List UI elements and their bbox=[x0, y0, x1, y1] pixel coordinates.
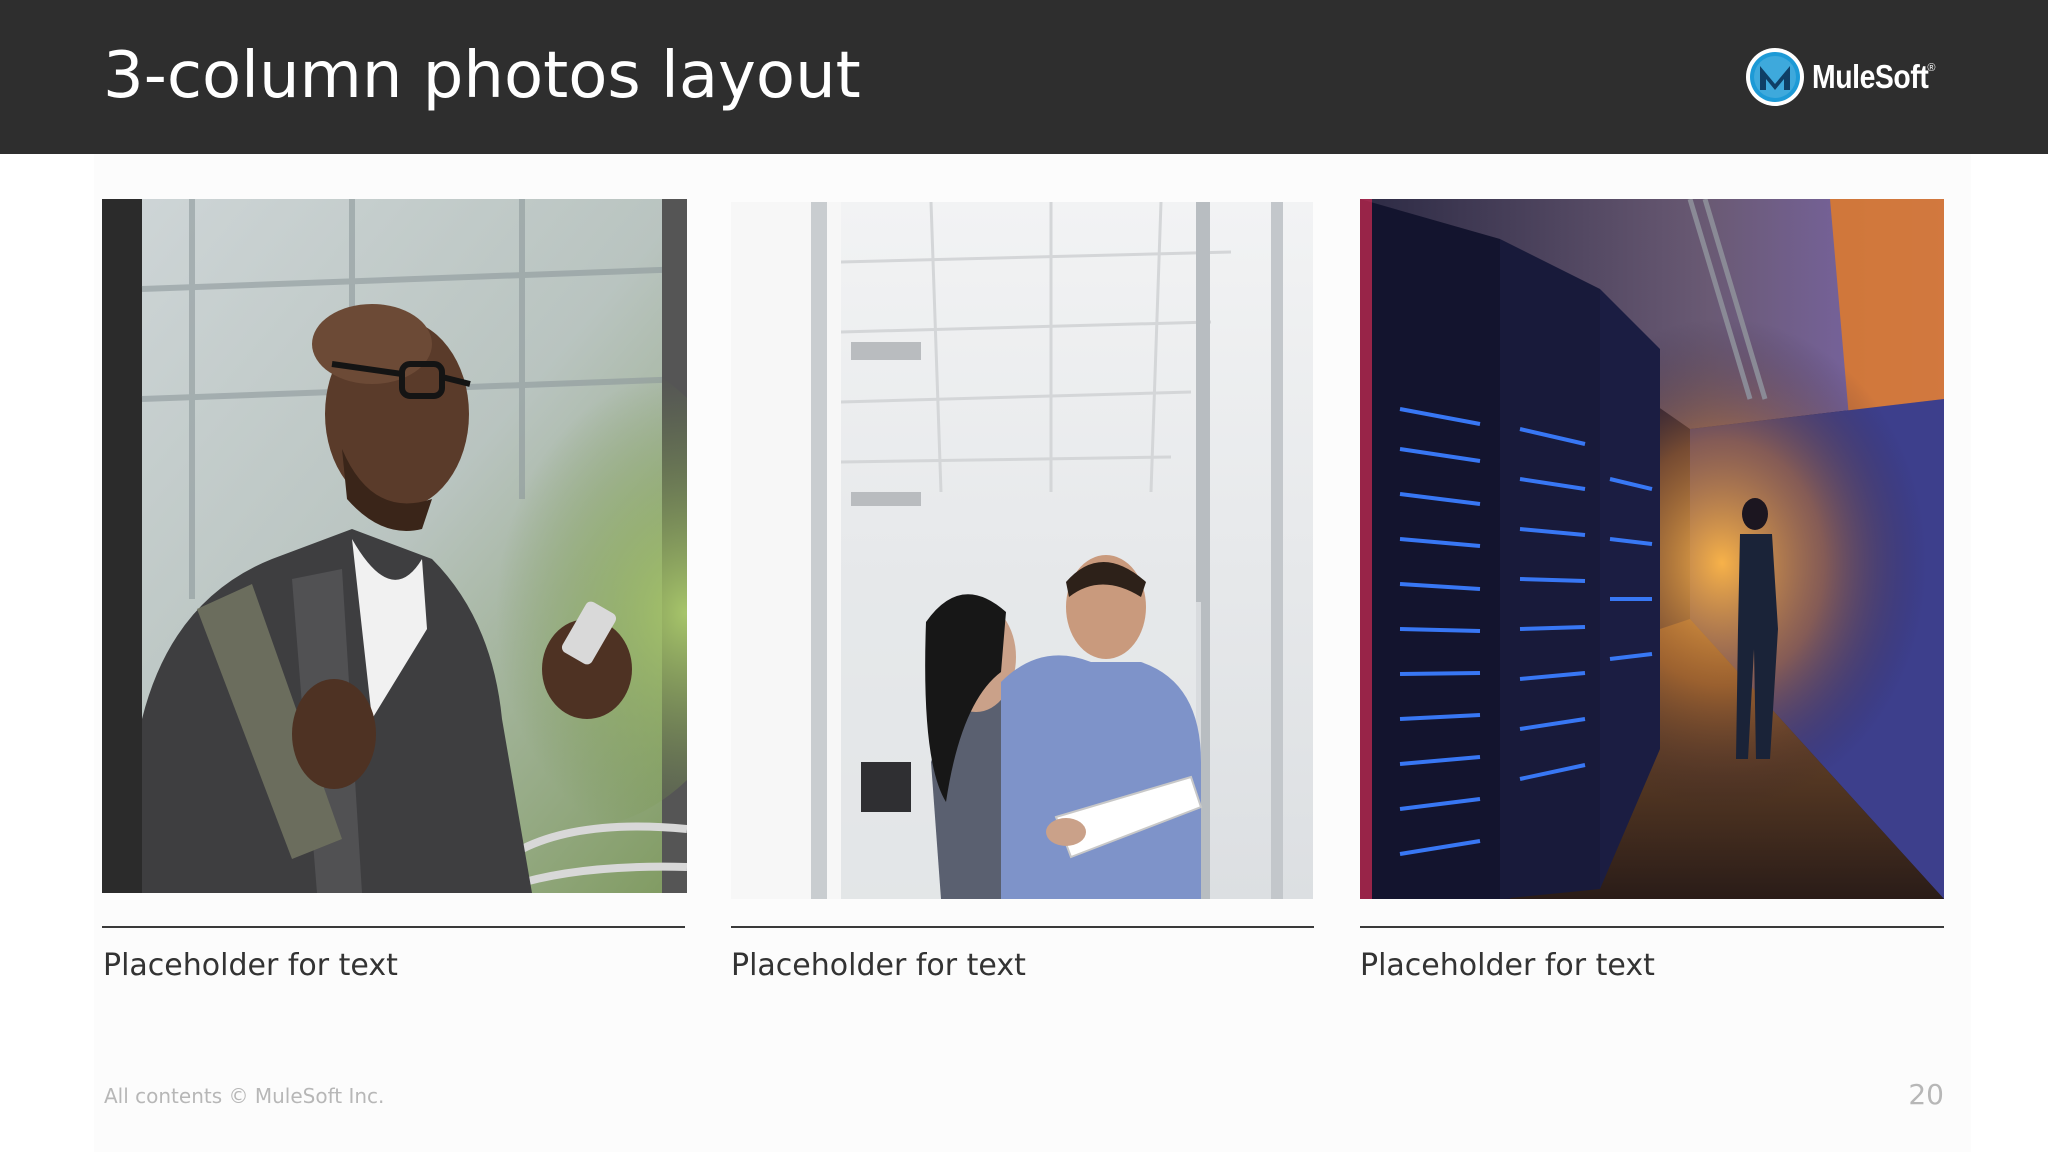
column-2-divider bbox=[731, 926, 1314, 928]
column-3-divider bbox=[1360, 926, 1944, 928]
column-1-divider bbox=[102, 926, 685, 928]
slide-header: 3-column photos layout MuleSoft ® bbox=[0, 0, 2048, 154]
server-room-photo bbox=[1360, 199, 1944, 899]
page-number: 20 bbox=[1908, 1078, 1944, 1111]
brand-name: MuleSoft bbox=[1812, 58, 1929, 95]
mulesoft-logo-icon bbox=[1746, 48, 1804, 106]
column-2-caption: Placeholder for text bbox=[731, 948, 1026, 983]
registered-mark: ® bbox=[1927, 62, 1936, 74]
man-with-phone-photo bbox=[102, 199, 687, 893]
mulesoft-logo: MuleSoft ® bbox=[1744, 45, 1935, 109]
column-3-caption: Placeholder for text bbox=[1360, 948, 1655, 983]
slide-title: 3-column photos layout bbox=[103, 39, 861, 113]
column-1-caption: Placeholder for text bbox=[103, 948, 398, 983]
copyright-footer: All contents © MuleSoft Inc. bbox=[104, 1084, 385, 1108]
office-colleagues-photo bbox=[731, 202, 1313, 899]
